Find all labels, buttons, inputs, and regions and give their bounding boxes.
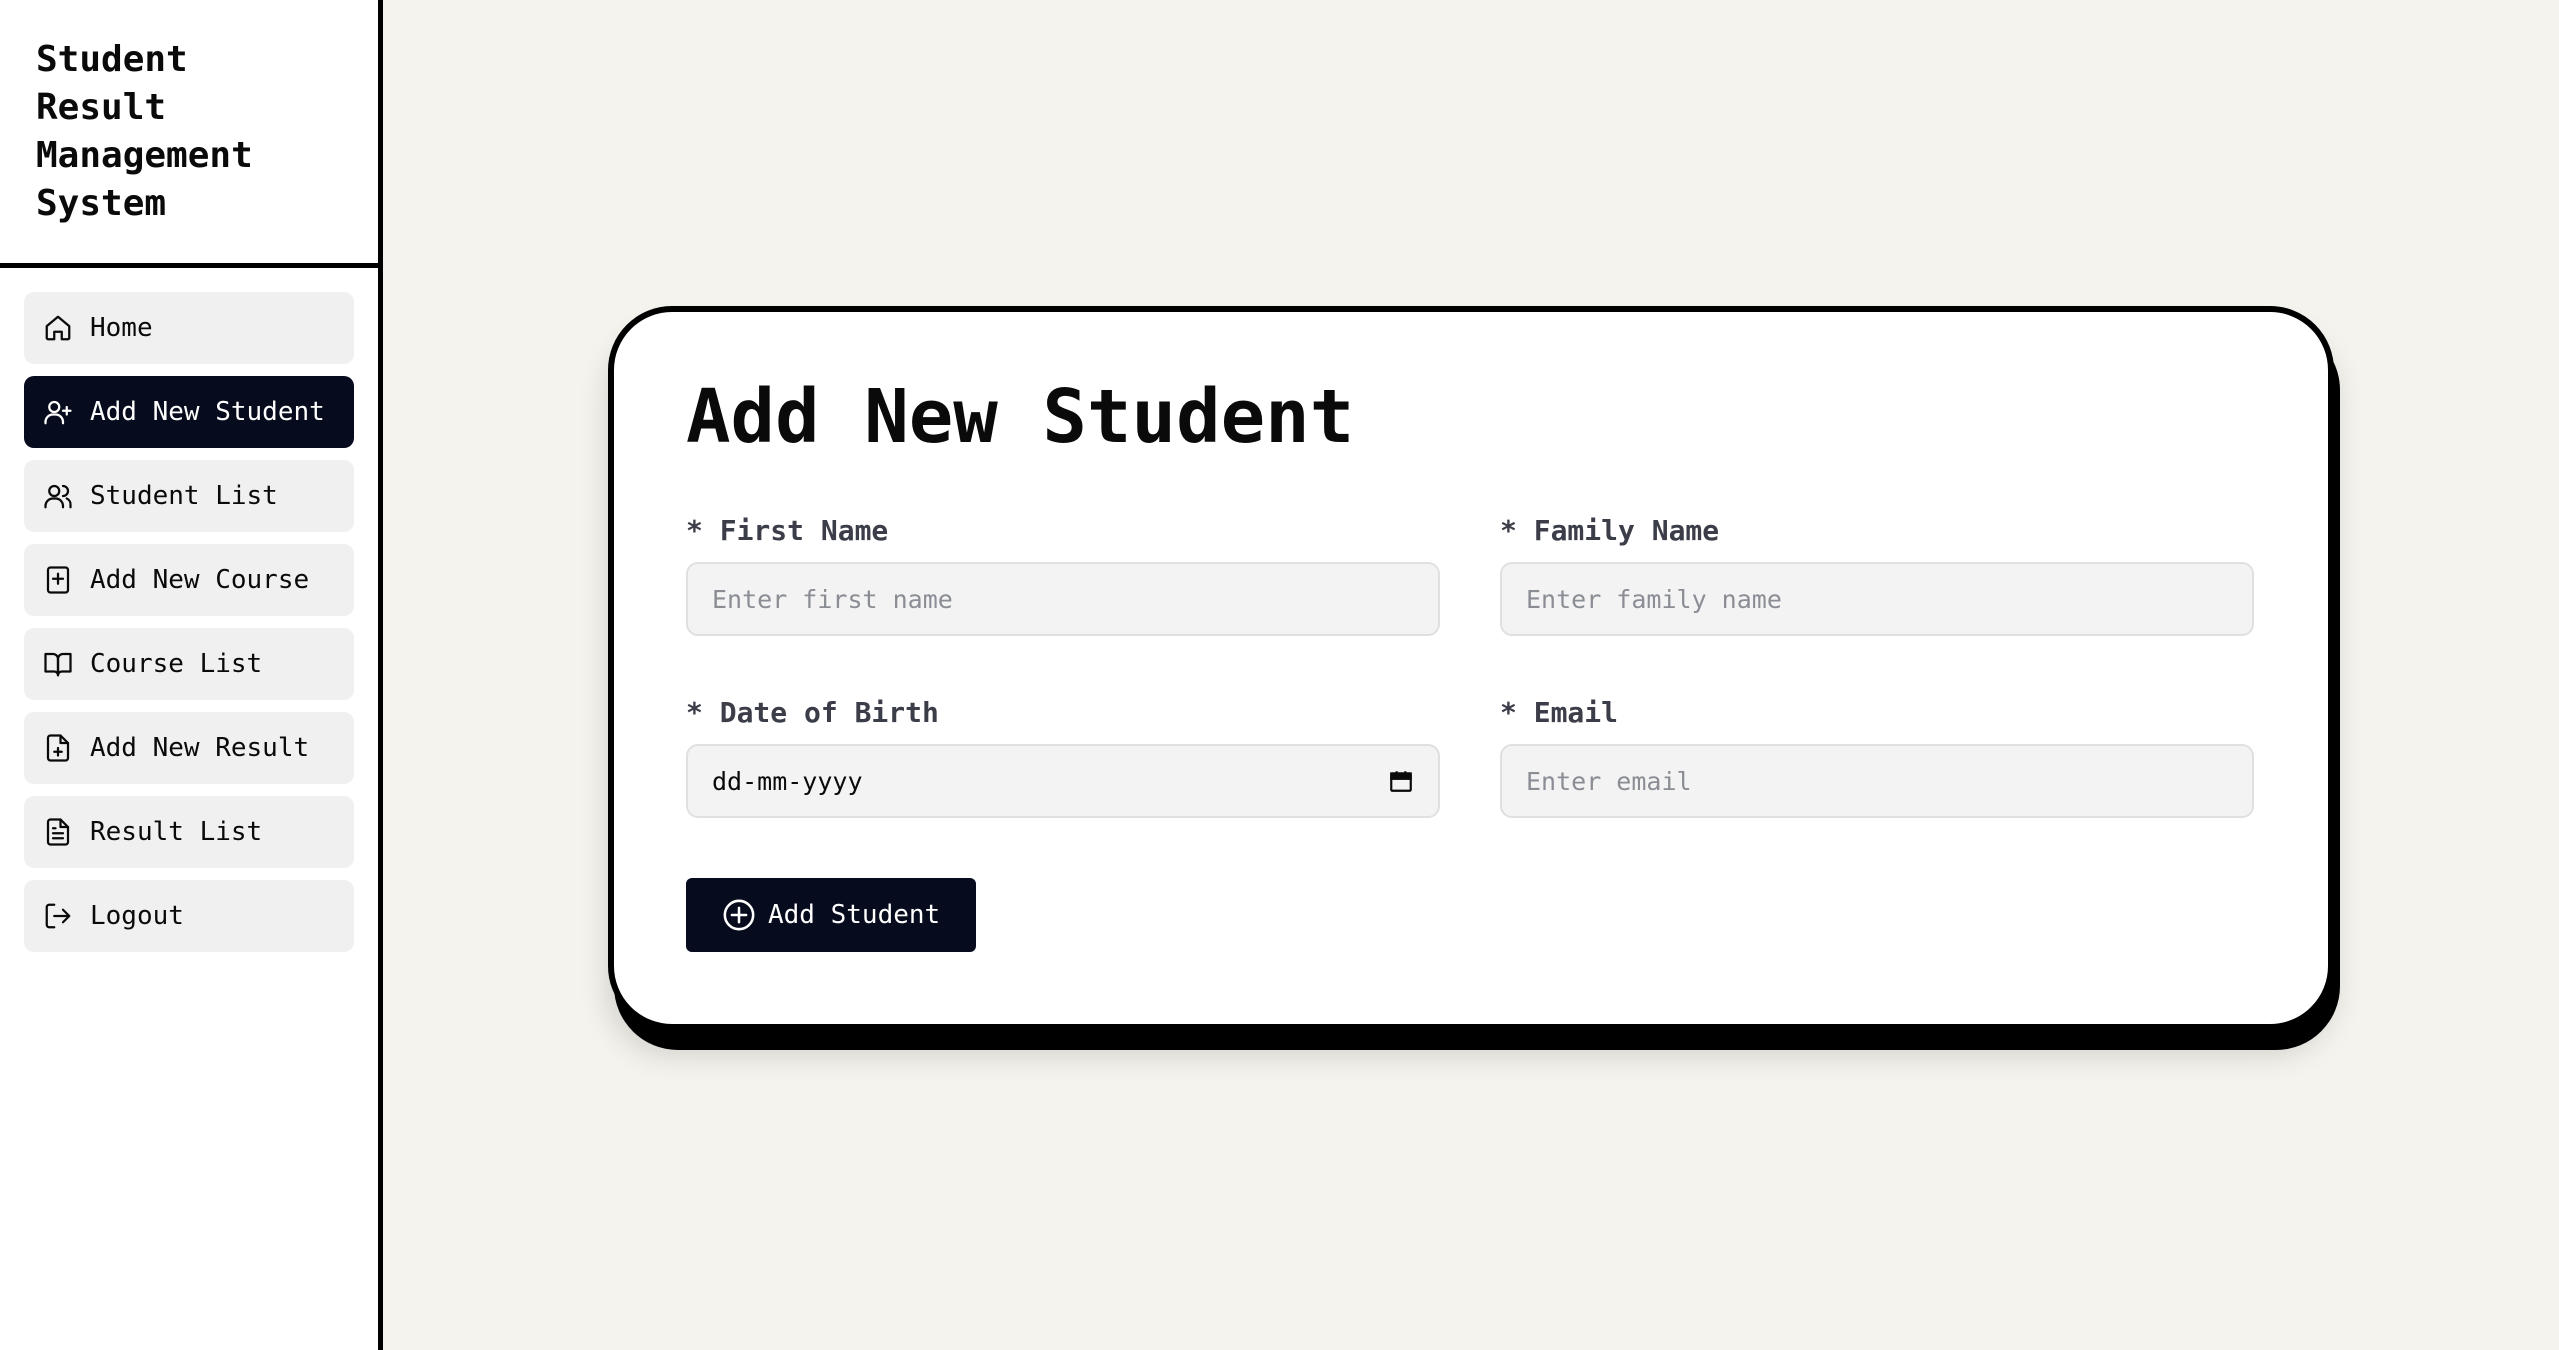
main-content: Add New Student * First Name Enter first…: [383, 0, 2559, 1350]
logout-icon: [42, 900, 74, 932]
sidebar-item-label: Course List: [90, 649, 263, 679]
first-name-input[interactable]: Enter first name: [686, 562, 1440, 636]
sidebar-item-label: Add New Result: [90, 733, 310, 763]
dob-label: * Date of Birth: [686, 696, 939, 729]
sidebar-item-add-new-result[interactable]: Add New Result: [24, 712, 354, 784]
sidebar-nav: Home Add New Student Student List Add Ne…: [0, 268, 378, 952]
family-name-input[interactable]: Enter family name: [1500, 562, 2254, 636]
dob-group: * Date of Birth dd-mm-yyyy: [686, 696, 1440, 818]
add-student-button-label: Add Student: [768, 900, 941, 930]
sidebar-item-result-list[interactable]: Result List: [24, 796, 354, 868]
page-title: Add New Student: [686, 374, 1355, 460]
app: Student Result Management System Home Ad…: [0, 0, 2559, 1350]
users-icon: [42, 480, 74, 512]
user-plus-icon: [42, 396, 74, 428]
sidebar-item-label: Student List: [90, 481, 278, 511]
book-open-icon: [42, 648, 74, 680]
sidebar-item-label: Logout: [90, 901, 184, 931]
sidebar-item-course-list[interactable]: Course List: [24, 628, 354, 700]
brand: Student Result Management System: [0, 0, 378, 268]
form-grid: * First Name Enter first name * Family N…: [686, 514, 2256, 818]
family-name-label: * Family Name: [1500, 514, 1720, 547]
email-input[interactable]: Enter email: [1500, 744, 2254, 818]
add-student-form-card: Add New Student * First Name Enter first…: [608, 306, 2334, 1030]
dob-input[interactable]: dd-mm-yyyy: [686, 744, 1440, 818]
file-plus-icon: [42, 732, 74, 764]
first-name-label: * First Name: [686, 514, 889, 547]
sidebar-item-logout[interactable]: Logout: [24, 880, 354, 952]
sidebar-item-label: Add New Course: [90, 565, 310, 595]
add-student-button[interactable]: Add Student: [686, 878, 977, 952]
sidebar-item-student-list[interactable]: Student List: [24, 460, 354, 532]
family-name-group: * Family Name Enter family name: [1500, 514, 2254, 636]
sidebar-item-add-new-course[interactable]: Add New Course: [24, 544, 354, 616]
sidebar-item-label: Result List: [90, 817, 263, 847]
email-label: * Email: [1500, 696, 1619, 729]
sidebar-item-home[interactable]: Home: [24, 292, 354, 364]
file-text-icon: [42, 816, 74, 848]
sidebar: Student Result Management System Home Ad…: [0, 0, 383, 1350]
sidebar-item-label: Home: [90, 313, 153, 343]
app-title: Student Result Management System: [36, 39, 253, 224]
sidebar-item-add-new-student[interactable]: Add New Student: [24, 376, 354, 448]
home-icon: [42, 312, 74, 344]
sidebar-item-label: Add New Student: [90, 397, 325, 427]
book-plus-icon: [42, 564, 74, 596]
email-group: * Email Enter email: [1500, 696, 2254, 818]
first-name-group: * First Name Enter first name: [686, 514, 1440, 636]
dob-placeholder: dd-mm-yyyy: [712, 766, 863, 796]
calendar-icon[interactable]: [1388, 768, 1414, 794]
plus-circle-icon: [723, 899, 755, 931]
